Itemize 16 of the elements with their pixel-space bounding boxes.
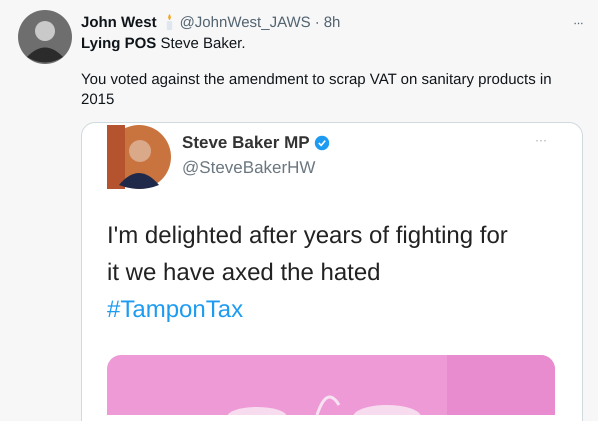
candle-icon [164,13,174,31]
timestamp[interactable]: 8h [324,14,340,30]
user-name[interactable]: John West [81,14,157,30]
tweet-text: You voted against the amendment to scrap VAT on sanitary products in 2015 [81,70,553,110]
tweet-text: I'm delighted after years of fighting for [107,221,509,251]
quoted-tweet-card[interactable]: Steve Baker MP @SteveBakerHW ··· I'm delighted after years of fighting for it we have axed the hated #TamponTax [81,122,583,421]
user-name[interactable]: Steve Baker MP [182,133,310,153]
tweet-text: Lying POS Steve Baker. [81,34,247,54]
user-handle[interactable]: @SteveBakerHW [182,158,330,178]
user-handle[interactable]: @JohnWest_JAWS [180,14,311,30]
more-button[interactable]: ··· [573,14,583,30]
separator: · [314,14,320,30]
avatar[interactable] [18,10,72,64]
tweet-text: it we have axed the hated [107,258,382,288]
avatar[interactable] [107,125,171,189]
hashtag-link[interactable]: #TamponTax [107,291,582,328]
